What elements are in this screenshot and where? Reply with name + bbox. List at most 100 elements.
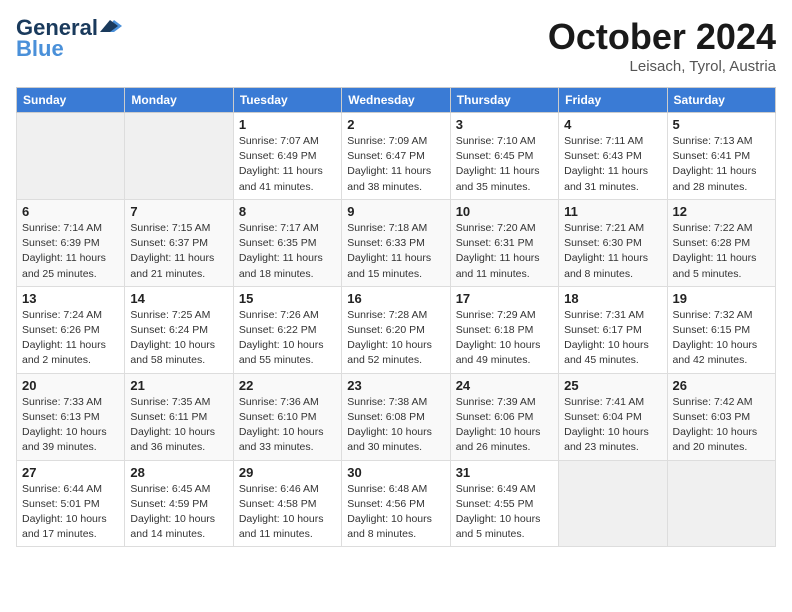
calendar-cell: 20Sunrise: 7:33 AM Sunset: 6:13 PM Dayli… xyxy=(17,373,125,460)
calendar-cell: 25 Sunrise: 7:41 AM Sunset: 6:04 PM Dayli… xyxy=(559,373,667,460)
day-info: Sunrise: 6:45 AM Sunset: 4:59 PM Dayligh… xyxy=(130,482,227,543)
weekday-header-monday: Monday xyxy=(125,88,233,113)
calendar-cell xyxy=(667,460,775,547)
location: Leisach, Tyrol, Austria xyxy=(548,58,776,75)
calendar-cell: 2 Sunrise: 7:09 AM Sunset: 6:47 PM Daylig… xyxy=(342,113,450,200)
day-number: 18 xyxy=(564,291,661,306)
calendar-cell xyxy=(125,113,233,200)
calendar-cell: 17 Sunrise: 7:29 AM Sunset: 6:18 PM Dayli… xyxy=(450,286,558,373)
day-info: Sunrise: 7:09 AM Sunset: 6:47 PM Dayligh… xyxy=(347,134,444,195)
day-info: Sunrise: 7:18 AM Sunset: 6:33 PM Dayligh… xyxy=(347,221,444,282)
logo-blue: Blue xyxy=(16,36,64,62)
day-info: Sunrise: 6:49 AM Sunset: 4:55 PM Dayligh… xyxy=(456,482,553,543)
calendar-cell: 18 Sunrise: 7:31 AM Sunset: 6:17 PM Dayli… xyxy=(559,286,667,373)
day-number: 6 xyxy=(22,204,119,219)
day-number: 30 xyxy=(347,465,444,480)
logo-icon xyxy=(100,18,122,34)
calendar-cell: 11 Sunrise: 7:21 AM Sunset: 6:30 PM Dayli… xyxy=(559,199,667,286)
calendar-cell: 8 Sunrise: 7:17 AM Sunset: 6:35 PM Daylig… xyxy=(233,199,341,286)
day-number: 2 xyxy=(347,117,444,132)
day-info: Sunrise: 7:31 AM Sunset: 6:17 PM Dayligh… xyxy=(564,308,661,369)
day-number: 15 xyxy=(239,291,336,306)
weekday-header-tuesday: Tuesday xyxy=(233,88,341,113)
day-info: Sunrise: 6:44 AM Sunset: 5:01 PM Dayligh… xyxy=(22,482,119,543)
day-info: Sunrise: 7:35 AM Sunset: 6:11 PM Dayligh… xyxy=(130,395,227,456)
calendar-week-row: 1Sunrise: 7:07 AM Sunset: 6:49 PM Daylig… xyxy=(17,113,776,200)
day-number: 28 xyxy=(130,465,227,480)
calendar-cell: 15Sunrise: 7:26 AM Sunset: 6:22 PM Dayli… xyxy=(233,286,341,373)
calendar-cell: 6 Sunrise: 7:14 AM Sunset: 6:39 PM Daylig… xyxy=(17,199,125,286)
day-info: Sunrise: 7:10 AM Sunset: 6:45 PM Dayligh… xyxy=(456,134,553,195)
day-info: Sunrise: 7:17 AM Sunset: 6:35 PM Dayligh… xyxy=(239,221,336,282)
calendar-cell xyxy=(17,113,125,200)
calendar-cell: 1Sunrise: 7:07 AM Sunset: 6:49 PM Daylig… xyxy=(233,113,341,200)
day-number: 25 xyxy=(564,378,661,393)
calendar-week-row: 6 Sunrise: 7:14 AM Sunset: 6:39 PM Daylig… xyxy=(17,199,776,286)
day-number: 14 xyxy=(130,291,227,306)
day-number: 3 xyxy=(456,117,553,132)
day-number: 13 xyxy=(22,291,119,306)
calendar-cell xyxy=(559,460,667,547)
logo: General Blue xyxy=(16,16,122,62)
weekday-header-saturday: Saturday xyxy=(667,88,775,113)
calendar-cell: 3 Sunrise: 7:10 AM Sunset: 6:45 PM Daylig… xyxy=(450,113,558,200)
calendar-week-row: 20Sunrise: 7:33 AM Sunset: 6:13 PM Dayli… xyxy=(17,373,776,460)
day-number: 19 xyxy=(673,291,770,306)
day-number: 12 xyxy=(673,204,770,219)
calendar-week-row: 27 Sunrise: 6:44 AM Sunset: 5:01 PM Dayli… xyxy=(17,460,776,547)
day-info: Sunrise: 7:32 AM Sunset: 6:15 PM Dayligh… xyxy=(673,308,770,369)
day-number: 23 xyxy=(347,378,444,393)
day-info: Sunrise: 7:25 AM Sunset: 6:24 PM Dayligh… xyxy=(130,308,227,369)
day-number: 8 xyxy=(239,204,336,219)
calendar-week-row: 13 Sunrise: 7:24 AM Sunset: 6:26 PM Dayli… xyxy=(17,286,776,373)
day-info: Sunrise: 7:11 AM Sunset: 6:43 PM Dayligh… xyxy=(564,134,661,195)
calendar-cell: 24Sunrise: 7:39 AM Sunset: 6:06 PM Dayli… xyxy=(450,373,558,460)
calendar-cell: 29 Sunrise: 6:46 AM Sunset: 4:58 PM Dayli… xyxy=(233,460,341,547)
calendar-cell: 26 Sunrise: 7:42 AM Sunset: 6:03 PM Dayli… xyxy=(667,373,775,460)
day-number: 9 xyxy=(347,204,444,219)
calendar-cell: 7Sunrise: 7:15 AM Sunset: 6:37 PM Daylig… xyxy=(125,199,233,286)
weekday-header-wednesday: Wednesday xyxy=(342,88,450,113)
day-number: 29 xyxy=(239,465,336,480)
day-info: Sunrise: 7:41 AM Sunset: 6:04 PM Dayligh… xyxy=(564,395,661,456)
day-info: Sunrise: 6:48 AM Sunset: 4:56 PM Dayligh… xyxy=(347,482,444,543)
calendar-cell: 22 Sunrise: 7:36 AM Sunset: 6:10 PM Dayli… xyxy=(233,373,341,460)
day-info: Sunrise: 7:13 AM Sunset: 6:41 PM Dayligh… xyxy=(673,134,770,195)
calendar-cell: 13 Sunrise: 7:24 AM Sunset: 6:26 PM Dayli… xyxy=(17,286,125,373)
weekday-header-thursday: Thursday xyxy=(450,88,558,113)
weekday-header-row: SundayMondayTuesdayWednesdayThursdayFrid… xyxy=(17,88,776,113)
calendar-cell: 5Sunrise: 7:13 AM Sunset: 6:41 PM Daylig… xyxy=(667,113,775,200)
title-block: October 2024 Leisach, Tyrol, Austria xyxy=(548,16,776,75)
calendar-table: SundayMondayTuesdayWednesdayThursdayFrid… xyxy=(16,87,776,547)
day-number: 7 xyxy=(130,204,227,219)
weekday-header-sunday: Sunday xyxy=(17,88,125,113)
day-info: Sunrise: 7:14 AM Sunset: 6:39 PM Dayligh… xyxy=(22,221,119,282)
calendar-cell: 30 Sunrise: 6:48 AM Sunset: 4:56 PM Dayli… xyxy=(342,460,450,547)
day-info: Sunrise: 7:36 AM Sunset: 6:10 PM Dayligh… xyxy=(239,395,336,456)
day-info: Sunrise: 7:42 AM Sunset: 6:03 PM Dayligh… xyxy=(673,395,770,456)
day-info: Sunrise: 7:20 AM Sunset: 6:31 PM Dayligh… xyxy=(456,221,553,282)
day-number: 16 xyxy=(347,291,444,306)
day-info: Sunrise: 7:24 AM Sunset: 6:26 PM Dayligh… xyxy=(22,308,119,369)
calendar-cell: 23Sunrise: 7:38 AM Sunset: 6:08 PM Dayli… xyxy=(342,373,450,460)
day-info: Sunrise: 7:22 AM Sunset: 6:28 PM Dayligh… xyxy=(673,221,770,282)
day-info: Sunrise: 7:21 AM Sunset: 6:30 PM Dayligh… xyxy=(564,221,661,282)
day-number: 27 xyxy=(22,465,119,480)
day-info: Sunrise: 7:39 AM Sunset: 6:06 PM Dayligh… xyxy=(456,395,553,456)
day-number: 22 xyxy=(239,378,336,393)
day-number: 1 xyxy=(239,117,336,132)
day-info: Sunrise: 6:46 AM Sunset: 4:58 PM Dayligh… xyxy=(239,482,336,543)
day-number: 11 xyxy=(564,204,661,219)
calendar-cell: 12 Sunrise: 7:22 AM Sunset: 6:28 PM Dayli… xyxy=(667,199,775,286)
day-number: 31 xyxy=(456,465,553,480)
calendar-cell: 4 Sunrise: 7:11 AM Sunset: 6:43 PM Daylig… xyxy=(559,113,667,200)
day-number: 10 xyxy=(456,204,553,219)
calendar-cell: 14 Sunrise: 7:25 AM Sunset: 6:24 PM Dayli… xyxy=(125,286,233,373)
day-number: 26 xyxy=(673,378,770,393)
day-number: 17 xyxy=(456,291,553,306)
day-info: Sunrise: 7:29 AM Sunset: 6:18 PM Dayligh… xyxy=(456,308,553,369)
calendar-cell: 10 Sunrise: 7:20 AM Sunset: 6:31 PM Dayli… xyxy=(450,199,558,286)
day-number: 4 xyxy=(564,117,661,132)
calendar-cell: 19 Sunrise: 7:32 AM Sunset: 6:15 PM Dayli… xyxy=(667,286,775,373)
calendar-cell: 9 Sunrise: 7:18 AM Sunset: 6:33 PM Daylig… xyxy=(342,199,450,286)
